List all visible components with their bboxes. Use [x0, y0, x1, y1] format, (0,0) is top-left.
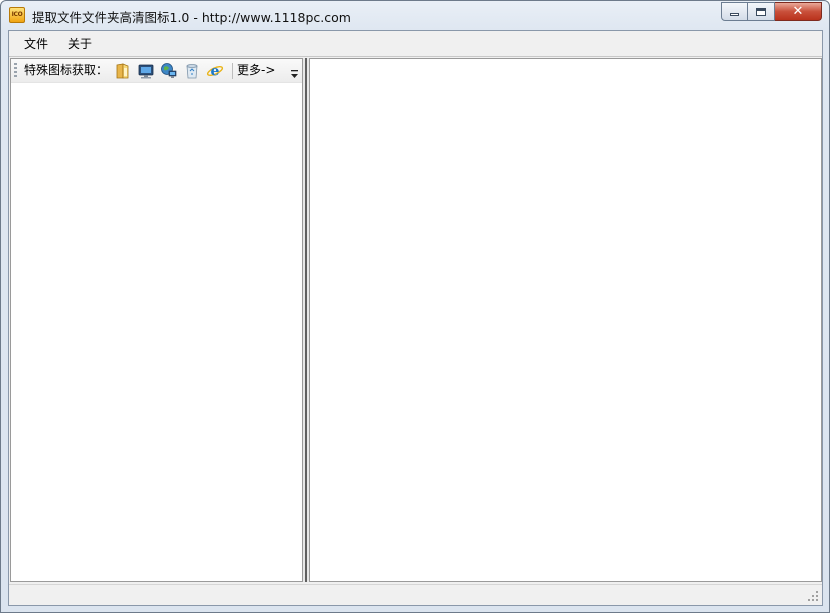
toolbar-label: 特殊图标获取：: [24, 63, 109, 77]
network-icon[interactable]: [160, 62, 178, 80]
special-icons-toolbar: 特殊图标获取： e 更多->: [11, 59, 302, 83]
recycle-bin-icon[interactable]: [183, 62, 201, 80]
status-bar: [9, 584, 822, 605]
close-icon: ✕: [792, 4, 804, 19]
toolbar-overflow-icon[interactable]: [290, 69, 299, 80]
menu-bar: 文件 关于: [9, 31, 822, 57]
menu-about[interactable]: 关于: [62, 36, 98, 52]
title-bar[interactable]: ICO 提取文件文件夹高清图标1.0 - http://www.1118pc.c…: [1, 1, 829, 30]
toolbar-grip[interactable]: [14, 63, 17, 78]
my-computer-icon[interactable]: [137, 62, 155, 80]
menu-file[interactable]: 文件: [18, 36, 54, 52]
maximize-button[interactable]: [748, 2, 775, 21]
folder-icon[interactable]: [114, 62, 132, 80]
icon-preview-pane[interactable]: [309, 58, 822, 582]
resize-grip-icon[interactable]: [808, 591, 819, 602]
more-button[interactable]: 更多->: [237, 63, 275, 78]
close-button[interactable]: ✕: [775, 2, 822, 21]
app-icon[interactable]: ICO: [9, 7, 25, 23]
svg-text:e: e: [211, 64, 220, 80]
maximize-icon: [756, 7, 766, 16]
client-area: 文件 关于 特殊图标获取： e 更多->: [8, 30, 823, 606]
app-window: ICO 提取文件文件夹高清图标1.0 - http://www.1118pc.c…: [0, 0, 830, 613]
icon-list-pane[interactable]: 特殊图标获取： e 更多->: [10, 58, 303, 582]
minimize-button[interactable]: [721, 2, 748, 21]
window-title: 提取文件文件夹高清图标1.0 - http://www.1118pc.com: [32, 10, 351, 25]
minimize-icon: [730, 12, 739, 16]
splitter-line: [305, 58, 307, 582]
toolbar-separator: [232, 63, 233, 79]
internet-explorer-icon[interactable]: e: [206, 62, 224, 80]
